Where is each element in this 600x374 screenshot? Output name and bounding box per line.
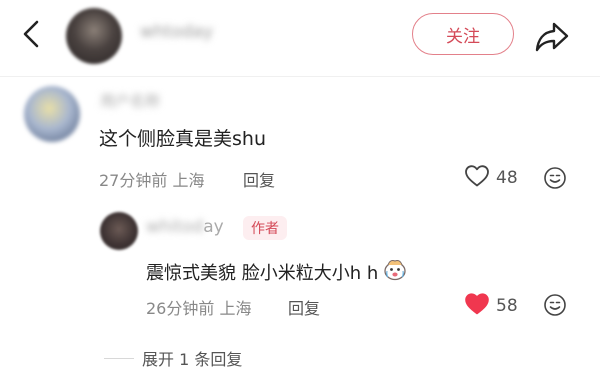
follow-button[interactable]: 关注 [412, 13, 514, 55]
comment-like-button[interactable]: 48 [464, 164, 518, 192]
expand-divider-line [104, 357, 134, 359]
comment-text[interactable]: 这个侧脸真是美shu [99, 124, 266, 151]
comment-time-location: 27分钟前 上海 [99, 171, 205, 190]
reply-like-count: 58 [496, 296, 518, 316]
heart-filled-icon [464, 292, 490, 320]
share-icon[interactable] [532, 16, 572, 56]
back-arrow-icon[interactable] [14, 16, 50, 52]
comment-like-count: 48 [496, 168, 518, 188]
author-name[interactable]: whtoday [140, 22, 213, 42]
reply-author-name-blurred: whitod [146, 217, 204, 237]
emoji-react-icon[interactable] [543, 166, 567, 190]
reply-reply-button[interactable]: 回复 [288, 295, 320, 319]
commenter-name[interactable]: 用户名称 [100, 90, 160, 111]
reply-author-name[interactable]: whitoday [146, 217, 224, 237]
heart-outline-icon [464, 164, 490, 192]
reply-avatar[interactable] [100, 212, 138, 250]
reply-text-content: 震惊式美貌 脸小米粒大小h h [146, 262, 379, 284]
author-badge: 作者 [243, 216, 287, 240]
expand-replies-label: 展开 1 条回复 [142, 350, 243, 369]
header-divider [0, 76, 600, 77]
expand-replies-button[interactable]: 展开 1 条回复 [104, 346, 242, 370]
author-avatar[interactable] [66, 8, 122, 64]
emoji-react-icon[interactable] [543, 293, 567, 317]
top-bar: whtoday 关注 [0, 0, 600, 72]
reply-text[interactable]: 震惊式美貌 脸小米粒大小h h [146, 257, 408, 286]
reply-author-name-visible: ay [203, 217, 224, 237]
commenter-avatar[interactable] [24, 86, 80, 142]
crying-face-emoji-icon [382, 257, 408, 286]
reply-like-button[interactable]: 58 [464, 292, 518, 320]
reply-time-location: 26分钟前 上海 [146, 299, 252, 318]
comment-reply-button[interactable]: 回复 [243, 167, 275, 191]
